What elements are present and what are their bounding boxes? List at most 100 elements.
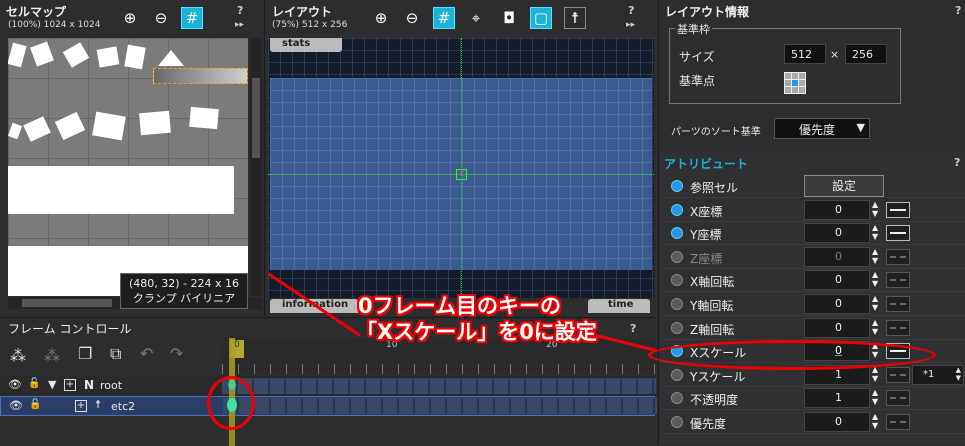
- stats-tab[interactable]: stats: [270, 38, 342, 52]
- help-icon[interactable]: ?: [955, 4, 961, 17]
- zoom-out-icon[interactable]: ⊖: [150, 7, 172, 29]
- help-icon[interactable]: ?: [628, 4, 634, 17]
- expand-box-icon[interactable]: +: [75, 400, 87, 412]
- attribute-row[interactable]: Z軸回転 0 ▲ ▼: [660, 316, 965, 340]
- interpolation-button[interactable]: [886, 319, 910, 336]
- zoom-in-icon[interactable]: ⊕: [119, 7, 141, 29]
- stepper-icon[interactable]: ▲ ▼: [872, 412, 878, 430]
- rotate-right-icon[interactable]: ↷: [170, 344, 183, 363]
- time-tab[interactable]: time: [588, 299, 650, 313]
- origin-grid-icon[interactable]: [784, 72, 806, 94]
- animate-toggle-icon[interactable]: [671, 298, 683, 310]
- track-name: etc2: [111, 400, 136, 413]
- null-node-label: N: [84, 378, 95, 392]
- attribute-label: Y軸回転: [690, 299, 734, 313]
- pivot-marker[interactable]: ×: [456, 169, 467, 180]
- attribute-row[interactable]: 不透明度 1 ▲ ▼: [660, 386, 965, 411]
- tooltip-mode: クランプ バイリニア: [132, 292, 236, 305]
- collapse-icon[interactable]: ▼: [48, 378, 56, 391]
- width-field[interactable]: 512: [784, 44, 826, 64]
- stepper-icon[interactable]: ▲ ▼: [872, 270, 878, 288]
- animate-toggle-icon[interactable]: [671, 392, 683, 405]
- track-row-root[interactable]: 👁 🔓 ▼ + N root: [0, 376, 656, 396]
- zoom-in-icon[interactable]: ⊕: [370, 7, 392, 29]
- stepper-icon[interactable]: ▲ ▼: [872, 223, 878, 241]
- add-child-icon[interactable]: ⁂: [44, 346, 60, 365]
- runner-icon[interactable]: ☨: [564, 7, 586, 29]
- animate-toggle-icon[interactable]: [671, 321, 683, 334]
- attribute-value[interactable]: 0: [804, 199, 870, 220]
- interpolation-button[interactable]: [886, 248, 910, 265]
- stepper-icon[interactable]: ▲ ▼: [872, 365, 878, 383]
- stepper-icon[interactable]: ▲ ▼: [872, 200, 878, 218]
- eye-icon[interactable]: 👁: [9, 399, 23, 412]
- interpolation-button[interactable]: [886, 272, 910, 289]
- interpolation-button[interactable]: [886, 296, 910, 312]
- attribute-value[interactable]: 0: [804, 270, 870, 291]
- add-part-icon[interactable]: ⁂: [10, 346, 26, 365]
- sort-select[interactable]: 優先度 ▼: [774, 118, 870, 139]
- expand-box-icon[interactable]: +: [64, 379, 76, 391]
- animate-toggle-icon[interactable]: [671, 274, 683, 287]
- attribute-row[interactable]: Y軸回転 0 ▲ ▼: [660, 292, 965, 316]
- animate-toggle-icon[interactable]: [671, 203, 683, 216]
- attribute-value[interactable]: 0: [804, 223, 870, 244]
- stepper-icon[interactable]: ▲ ▼: [872, 294, 878, 312]
- track-row-etc2[interactable]: 👁 🔓 + ☨ etc2: [0, 396, 657, 416]
- attribute-value[interactable]: 0: [804, 317, 870, 338]
- interpolation-button[interactable]: [886, 390, 910, 407]
- attribute-row[interactable]: 優先度 0 ▲ ▼: [660, 410, 965, 434]
- attribute-value[interactable]: 0: [804, 412, 870, 432]
- animate-toggle-icon[interactable]: [671, 368, 683, 381]
- attribute-row[interactable]: X軸回転 0 ▲ ▼: [660, 268, 965, 293]
- stepper-icon[interactable]: ▲ ▼: [872, 388, 878, 406]
- attribute-value[interactable]: 0: [804, 246, 870, 267]
- cell-selection[interactable]: [153, 68, 248, 84]
- interpolation-button[interactable]: [886, 201, 910, 218]
- stepper-icon[interactable]: ▲ ▼: [872, 247, 878, 265]
- rotate-left-icon[interactable]: ↶: [140, 344, 153, 363]
- grid-icon[interactable]: #: [181, 7, 203, 29]
- interpolation-button[interactable]: [886, 225, 910, 242]
- attribute-row[interactable]: 参照セル 設定: [660, 174, 965, 198]
- frame-icon[interactable]: ▢: [530, 7, 552, 29]
- interpolation-button[interactable]: [886, 414, 910, 430]
- layout-canvas[interactable]: stats ×: [268, 38, 654, 298]
- help-icon[interactable]: ?: [630, 322, 636, 335]
- paint-icon[interactable]: ⧉: [110, 344, 121, 364]
- keyframe-strip[interactable]: [222, 378, 656, 394]
- grid-icon[interactable]: #: [433, 7, 455, 29]
- center-line-v: [461, 38, 462, 298]
- layout-info-panel: レイアウト情報 ? 基準枠 サイズ 512 × 256 基準点 パーツのソート基…: [658, 0, 965, 150]
- lock-icon[interactable]: 🔓: [28, 378, 40, 389]
- animate-toggle-icon[interactable]: [671, 250, 683, 263]
- more-icon[interactable]: ▸▸: [626, 20, 635, 30]
- attribute-row[interactable]: Z座標 0 ▲ ▼: [660, 245, 965, 269]
- help-icon[interactable]: ?: [954, 156, 960, 169]
- cellmap-canvas[interactable]: [8, 38, 248, 296]
- attribute-row[interactable]: X座標 0 ▲ ▼: [660, 198, 965, 222]
- extra-value[interactable]: *1 ▲ ▼: [912, 364, 964, 385]
- more-icon[interactable]: ▸▸: [235, 20, 244, 30]
- origin-icon[interactable]: ◘: [498, 7, 520, 29]
- copy-icon[interactable]: ❐: [78, 344, 92, 363]
- animate-toggle-icon[interactable]: [671, 416, 683, 428]
- crop-icon[interactable]: ⌖: [465, 7, 487, 29]
- height-field[interactable]: 256: [845, 44, 887, 64]
- lock-icon[interactable]: 🔓: [29, 399, 41, 410]
- stepper-icon[interactable]: ▲ ▼: [872, 318, 878, 336]
- help-icon[interactable]: ?: [237, 4, 243, 17]
- set-cell-button[interactable]: 設定: [804, 175, 884, 197]
- interpolation-button[interactable]: [886, 366, 910, 383]
- animate-toggle-icon[interactable]: [671, 227, 683, 240]
- zoom-out-icon[interactable]: ⊖: [401, 7, 423, 29]
- animate-toggle-icon[interactable]: [671, 180, 683, 192]
- attribute-value[interactable]: 1: [804, 388, 870, 409]
- highlight-ellipse: [648, 340, 936, 370]
- attribute-row[interactable]: Y座標 0 ▲ ▼: [660, 221, 965, 246]
- attribute-value[interactable]: 0: [804, 294, 870, 314]
- times-sign: ×: [830, 48, 840, 61]
- eye-icon[interactable]: 👁: [8, 378, 22, 391]
- vertical-scrollbar[interactable]: [250, 38, 262, 296]
- keyframe-strip[interactable]: [223, 398, 657, 414]
